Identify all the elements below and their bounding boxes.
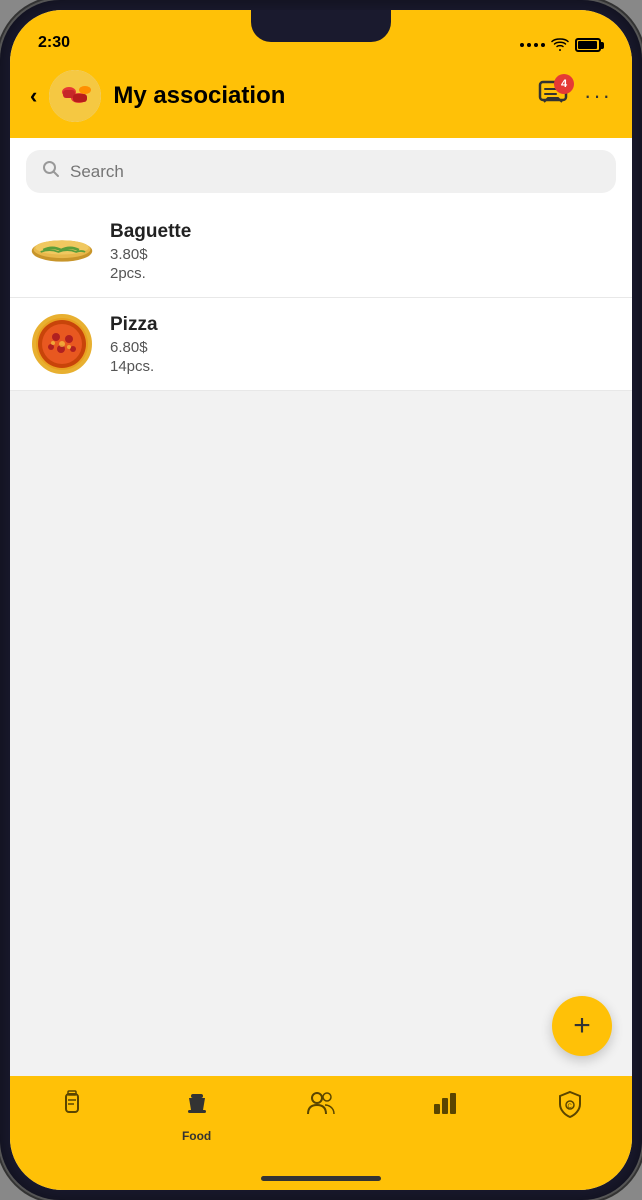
signal-dot-4 [541, 43, 545, 47]
content-area: Baguette 3.80$ 2pcs. [10, 205, 632, 1076]
phone-frame: 2:30 [0, 0, 642, 1200]
signal-dot-1 [520, 43, 524, 47]
food-quantity: 2pcs. [110, 265, 612, 282]
signal-dot-2 [527, 43, 531, 47]
notification-badge: 4 [554, 74, 574, 94]
food-price: 6.80$ [110, 339, 612, 356]
food-image-baguette [30, 219, 94, 283]
food-name: Pizza [110, 314, 612, 336]
svg-text:C: C [567, 1104, 572, 1110]
status-bar: 2:30 [10, 10, 632, 60]
signal-dots [520, 43, 545, 47]
home-indicator [10, 1166, 632, 1190]
drinks-icon [59, 1090, 85, 1125]
food-quantity: 14pcs. [110, 358, 612, 375]
avatar[interactable] [49, 70, 101, 122]
food-info-pizza: Pizza 6.80$ 14pcs. [110, 314, 612, 375]
home-bar [261, 1176, 381, 1181]
food-image-pizza [30, 312, 94, 376]
list-item[interactable]: Baguette 3.80$ 2pcs. [10, 205, 632, 298]
status-icons [520, 38, 604, 52]
food-info-baguette: Baguette 3.80$ 2pcs. [110, 221, 612, 282]
search-bar [26, 150, 616, 193]
notification-button[interactable]: 4 [538, 80, 568, 113]
food-price: 3.80$ [110, 246, 612, 263]
food-list: Baguette 3.80$ 2pcs. [10, 205, 632, 391]
header-title: My association [113, 82, 526, 110]
nav-item-food[interactable]: Food [134, 1086, 258, 1143]
people-icon [306, 1090, 336, 1123]
signal-dot-3 [534, 43, 538, 47]
nav-item-stats[interactable] [383, 1086, 507, 1123]
shield-icon: C [557, 1090, 583, 1125]
list-item[interactable]: Pizza 6.80$ 14pcs. [10, 298, 632, 391]
add-button[interactable]: + [552, 996, 612, 1056]
search-input[interactable] [70, 162, 600, 182]
nav-item-security[interactable]: C [508, 1086, 632, 1125]
battery-icon [575, 38, 604, 52]
phone-screen: 2:30 [10, 10, 632, 1190]
back-button[interactable]: ‹ [30, 83, 37, 109]
food-name: Baguette [110, 221, 612, 243]
header-actions: 4 ··· [538, 80, 612, 113]
header: ‹ My association [10, 60, 632, 138]
food-icon [183, 1090, 211, 1125]
status-time: 2:30 [38, 34, 70, 52]
more-button[interactable]: ··· [584, 83, 612, 109]
search-container [10, 138, 632, 205]
notch [251, 10, 391, 42]
wifi-icon [551, 38, 569, 52]
nav-item-drinks[interactable] [10, 1086, 134, 1125]
nav-item-people[interactable] [259, 1086, 383, 1123]
bottom-nav: Food [10, 1076, 632, 1166]
stats-icon [432, 1090, 458, 1123]
search-icon [42, 160, 60, 183]
food-nav-label: Food [182, 1129, 211, 1143]
